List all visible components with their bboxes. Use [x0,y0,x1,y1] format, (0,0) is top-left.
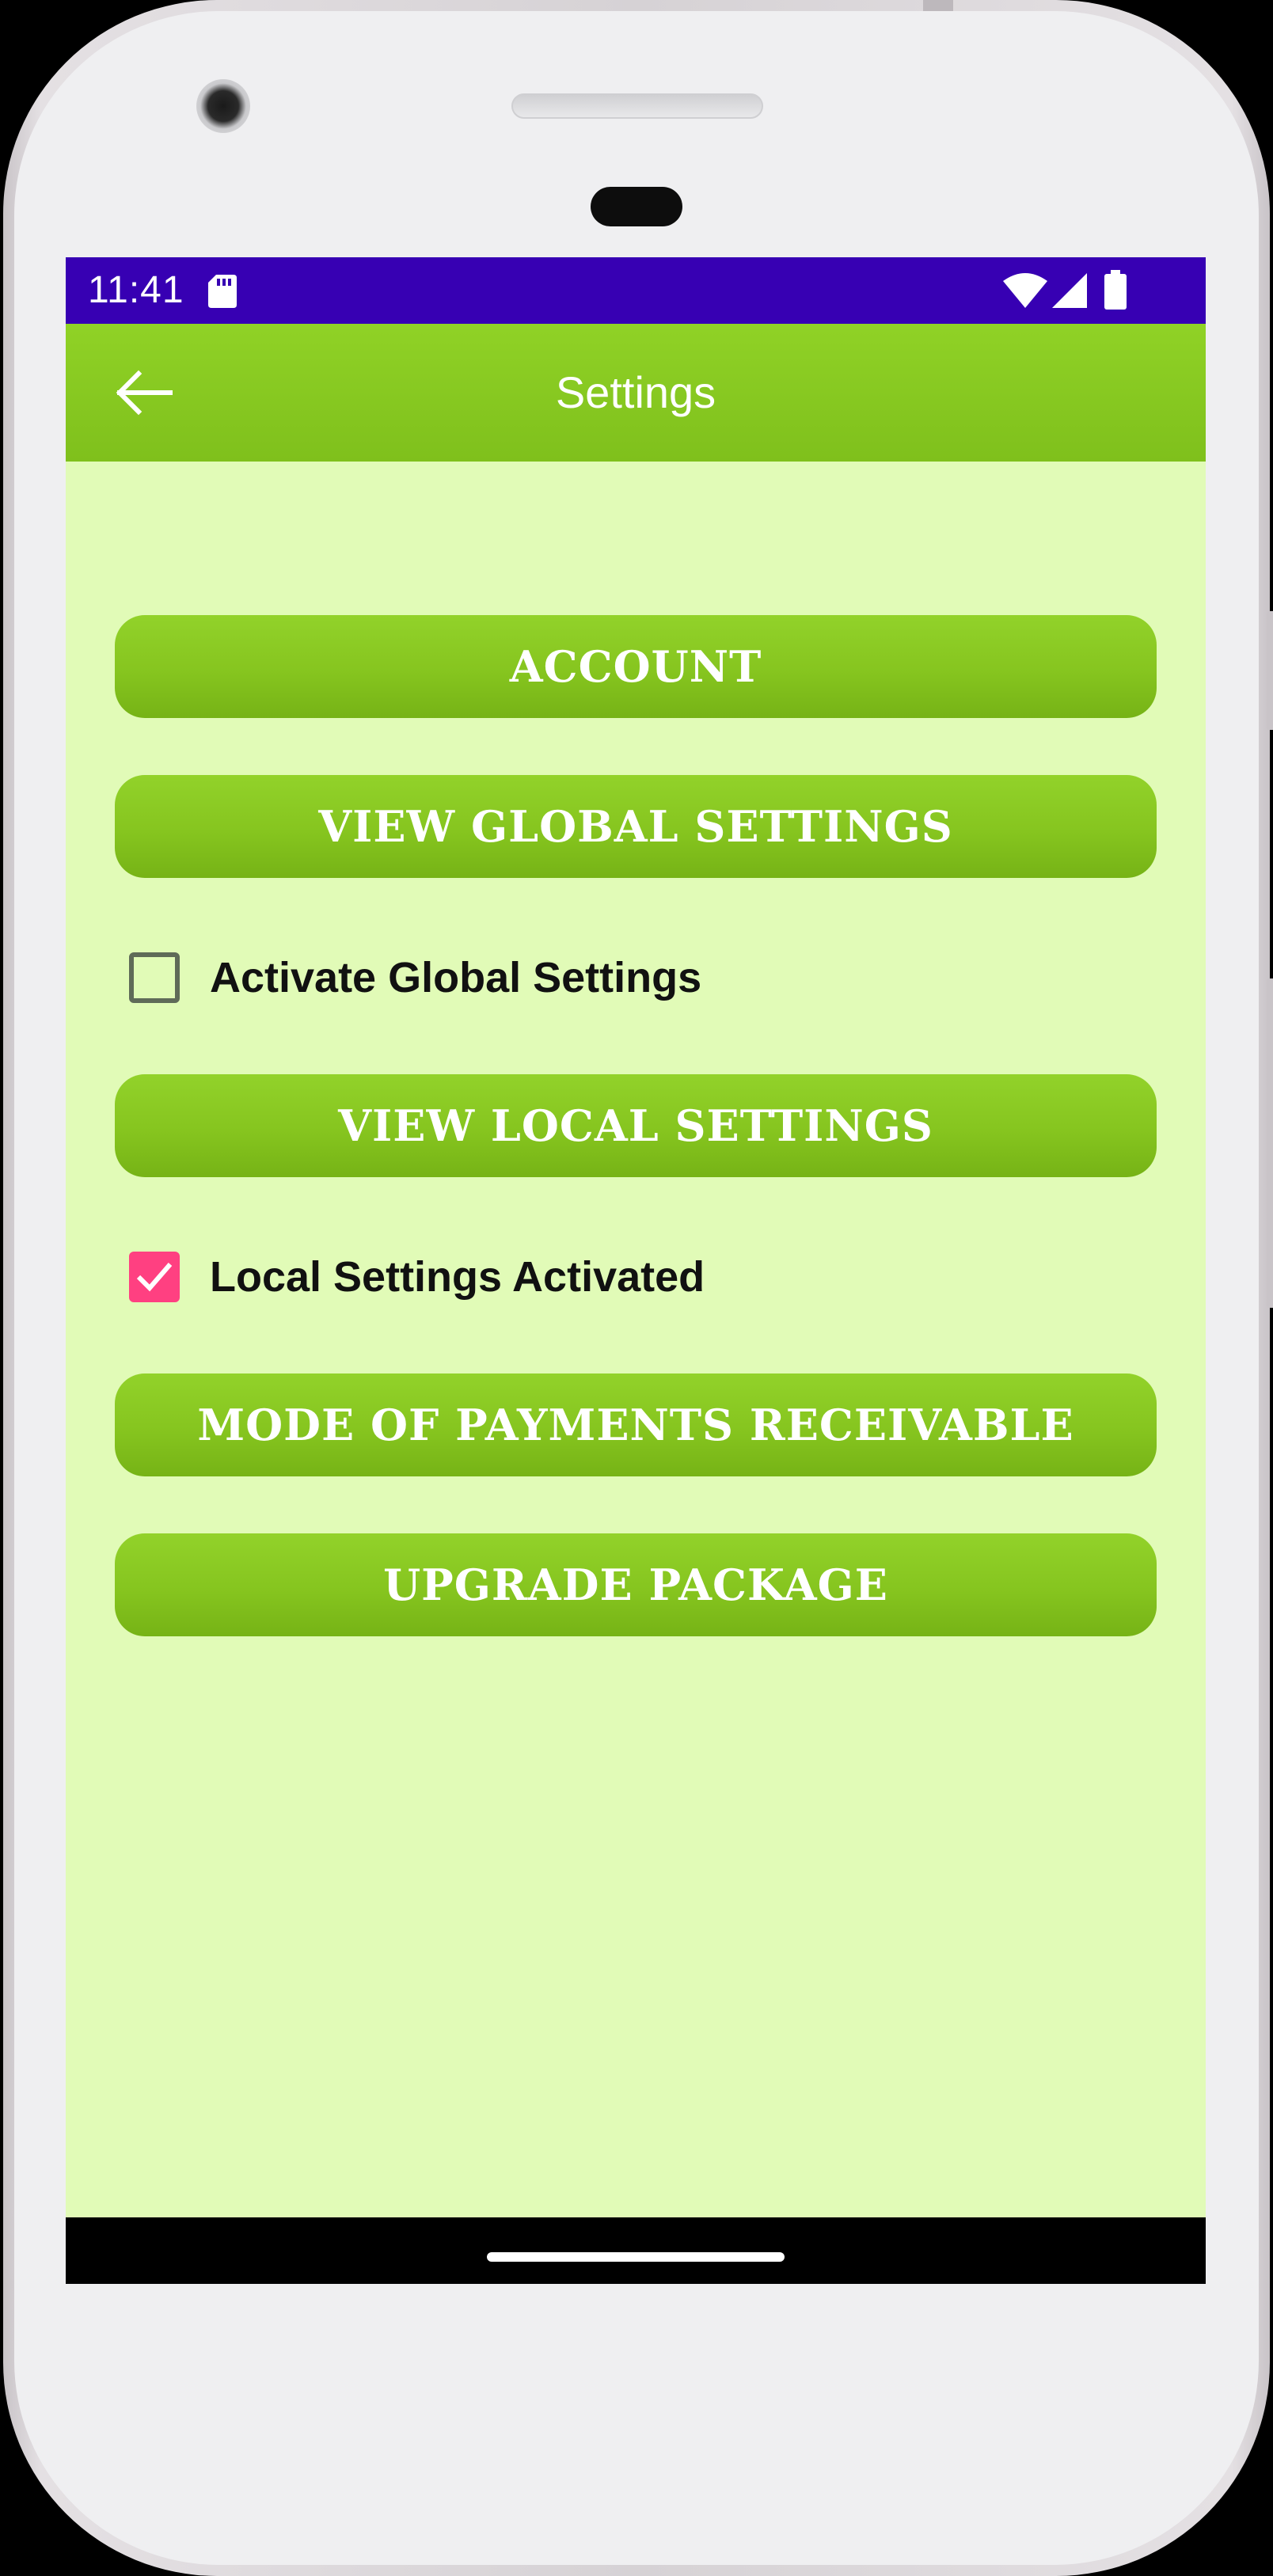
view-local-settings-button[interactable]: VIEW LOCAL SETTINGS [115,1074,1157,1177]
frame-notch [923,0,953,11]
earpiece-speaker [511,93,763,119]
app-bar: Settings [66,324,1206,462]
proximity-sensor [591,187,682,226]
signal-icon [1052,273,1087,308]
local-settings-activated-checkbox[interactable] [129,1252,180,1302]
power-button [1267,978,1273,1308]
volume-button [1267,611,1273,730]
local-settings-activated-checkbox-row[interactable]: Local Settings Activated [129,1245,1079,1309]
account-button[interactable]: ACCOUNT [115,615,1157,718]
page-title: Settings [555,367,716,417]
activate-global-settings-checkbox-row[interactable]: Activate Global Settings [129,946,1079,1009]
status-time: 11:41 [88,269,184,311]
status-bar: 11:41 [66,257,1206,324]
phone-frame: 11:41 Settings ACCOUNT VIEW GLOBAL SETTI… [3,0,1273,2576]
battery-icon [1104,270,1127,310]
activate-global-settings-label: Activate Global Settings [210,954,702,1001]
wifi-icon [1003,273,1047,308]
view-global-settings-button[interactable]: VIEW GLOBAL SETTINGS [115,775,1157,878]
local-settings-activated-label: Local Settings Activated [210,1253,705,1301]
front-camera [196,79,250,133]
navigation-bar [66,2217,1206,2284]
activate-global-settings-checkbox[interactable] [129,952,180,1003]
checkmark-icon [136,1263,173,1292]
mode-of-payments-receivable-button[interactable]: MODE OF PAYMENTS RECEIVABLE [115,1373,1157,1476]
sd-card-icon [208,275,237,308]
screen: 11:41 Settings ACCOUNT VIEW GLOBAL SETTI… [66,257,1206,2284]
home-gesture-pill[interactable] [487,2252,785,2262]
upgrade-package-button[interactable]: UPGRADE PACKAGE [115,1533,1157,1636]
